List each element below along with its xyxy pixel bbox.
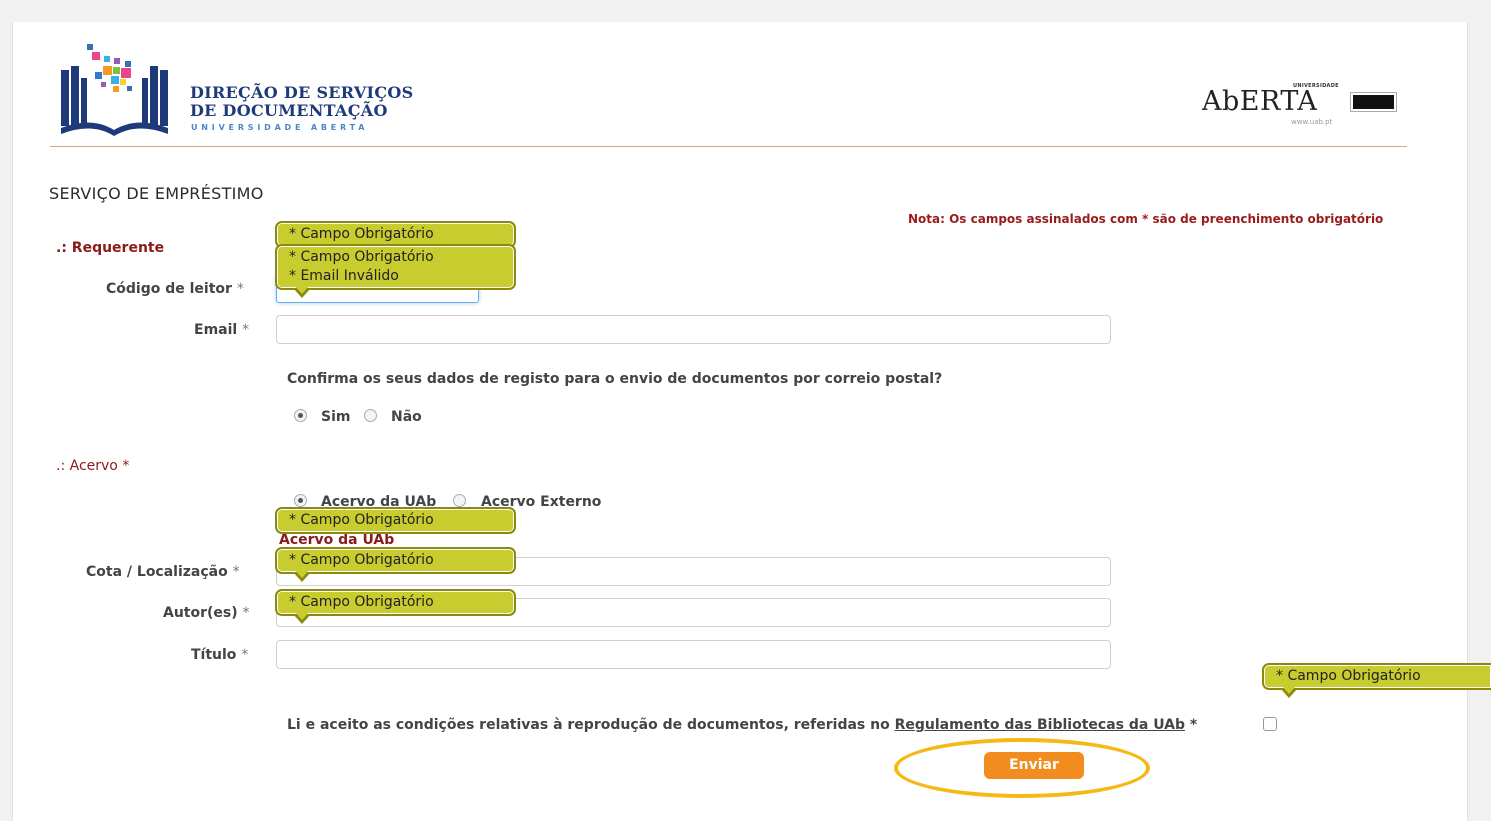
titulo-label-text: Título [191, 647, 237, 663]
aberta-url: www.uab.pt [1291, 118, 1333, 126]
page-card [12, 22, 1468, 821]
aberta-wordmark: AbERTA [1202, 86, 1318, 117]
tooltip-text: * Campo Obrigatório [289, 594, 434, 610]
tooltip-arrow-icon [293, 570, 311, 582]
codigo-leitor-label: Código de leitor * [106, 281, 244, 297]
required-mark: * [242, 322, 250, 338]
radio-acervo-externo[interactable] [453, 494, 466, 507]
titulo-label: Título * [191, 647, 248, 663]
tooltip-required: * Campo Obrigatório [275, 547, 516, 582]
tooltip-text: * Campo Obrigatório [289, 512, 434, 528]
agreement-required: * [1184, 717, 1198, 733]
uab-logo[interactable]: UNIVERSIDADE AbERTA www.uab.pt [1202, 82, 1405, 132]
radio-nao[interactable] [364, 409, 377, 422]
logo-title-line1: DIREÇÃO DE SERVIÇOS [190, 83, 414, 102]
autor-label: Autor(es) * [163, 605, 250, 621]
confirm-question: Confirma os seus dados de registo para o… [287, 371, 943, 387]
cota-label: Cota / Localização * [86, 564, 240, 580]
regulamento-link[interactable]: Regulamento das Bibliotecas da UAb [895, 717, 1185, 733]
tooltip-arrow-icon [293, 286, 311, 298]
email-input[interactable] [276, 315, 1111, 344]
book-logo-icon [61, 44, 168, 136]
autor-label-text: Autor(es) [163, 605, 238, 621]
acervo-subsection-title: Acervo da UAb [279, 532, 395, 548]
radio-sim[interactable] [294, 409, 307, 422]
tooltip-text: * Campo Obrigatório [289, 552, 434, 568]
tooltip-arrow-icon [1280, 686, 1298, 698]
tooltip-required: * Campo Obrigatório [275, 589, 516, 624]
section-acervo: .: Acervo * [56, 458, 130, 474]
required-mark: * [236, 281, 244, 297]
codigo-leitor-label-text: Código de leitor [106, 281, 232, 297]
radio-acervo-uab[interactable] [294, 494, 307, 507]
radio-nao-label[interactable]: Não [391, 409, 422, 425]
dsd-logo[interactable]: DIREÇÃO DE SERVIÇOS DE DOCUMENTAÇÃO UNIV… [57, 44, 437, 136]
required-mark: * [232, 564, 240, 580]
logo-title-line2: DE DOCUMENTAÇÃO [190, 101, 388, 120]
page-title: SERVIÇO DE EMPRÉSTIMO [49, 184, 264, 203]
tooltip-required: * Campo Obrigatório [1262, 663, 1491, 698]
agreement-text: Li e aceito as condições relativas à rep… [287, 717, 1197, 733]
tooltip-required: * Campo Obrigatório [275, 507, 516, 534]
section-requerente: .: Requerente [56, 240, 165, 256]
tooltip-required-invalid-email: * Campo Obrigatório * Email Inválido [275, 244, 516, 298]
agreement-text-before: Li e aceito as condições relativas à rep… [287, 717, 895, 733]
header-divider [50, 146, 1407, 147]
required-mark: * [242, 605, 250, 621]
radio-sim-label[interactable]: Sim [321, 409, 350, 425]
tooltip-text: * Campo Obrigatório [289, 249, 434, 265]
agreement-checkbox[interactable] [1263, 717, 1277, 731]
email-label-text: Email [194, 322, 238, 338]
submit-button[interactable]: Enviar [984, 752, 1084, 779]
required-mark: * [241, 647, 249, 663]
required-note: Nota: Os campos assinalados com * são de… [908, 212, 1384, 226]
tooltip-text: * Campo Obrigatório [1276, 668, 1421, 684]
titulo-input[interactable] [276, 640, 1111, 669]
tooltip-text-invalid: * Email Inválido [289, 268, 399, 284]
tooltip-arrow-icon [293, 612, 311, 624]
logo-subtitle: UNIVERSIDADE ABERTA [191, 123, 369, 132]
aberta-bar-icon [1350, 92, 1397, 112]
email-label: Email * [194, 322, 249, 338]
tooltip-text: * Campo Obrigatório [289, 226, 434, 242]
cota-label-text: Cota / Localização [86, 564, 228, 580]
